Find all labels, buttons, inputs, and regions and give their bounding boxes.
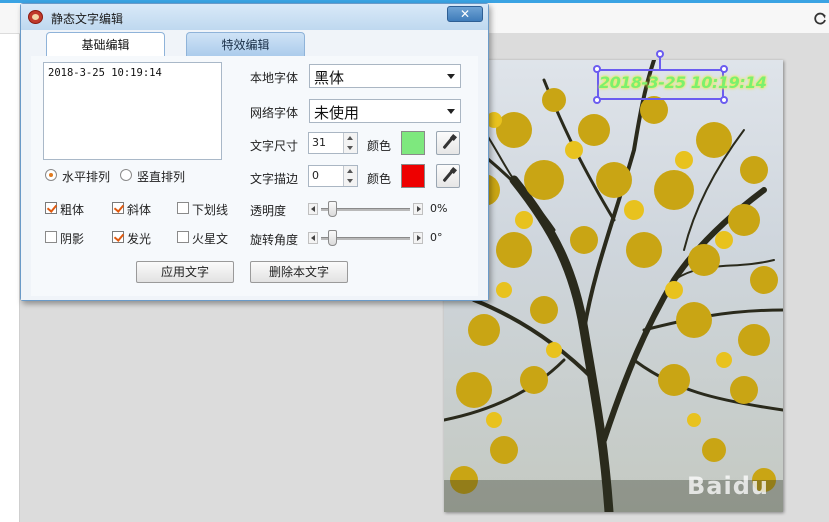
checkbox-shadow-label: 阴影	[60, 232, 85, 246]
chevron-down-icon	[447, 109, 455, 114]
slider-thumb[interactable]	[328, 201, 337, 217]
stepper-down-icon[interactable]	[343, 143, 357, 153]
checkbox-box	[45, 202, 57, 214]
checkbox-glow-label: 发光	[127, 232, 152, 246]
local-font-value: 黑体	[314, 69, 345, 87]
checkbox-martian-label: 火星文	[192, 232, 229, 246]
slider-left-icon[interactable]	[308, 203, 318, 215]
checkbox-box	[112, 202, 124, 214]
text-size-stepper[interactable]: 31	[308, 132, 358, 154]
web-font-value: 未使用	[314, 104, 360, 122]
checkbox-box	[112, 231, 124, 243]
rotate-handle[interactable]	[656, 50, 664, 58]
radio-horizontal-label: 水平排列	[62, 170, 111, 184]
text-overlay-box[interactable]: 2018-3-25 10:19:14	[597, 69, 767, 100]
checkbox-box	[45, 231, 57, 243]
local-font-label: 本地字体	[250, 71, 299, 85]
resize-handle-bottom-left[interactable]	[593, 96, 601, 104]
slider-left-icon[interactable]	[308, 232, 318, 244]
text-color-label: 颜色	[367, 139, 392, 153]
web-font-label: 网络字体	[250, 106, 299, 120]
close-button[interactable]: ✕	[447, 6, 483, 22]
text-color-swatch[interactable]	[401, 131, 425, 155]
resize-handle-top-left[interactable]	[593, 65, 601, 73]
app-left-strip	[0, 34, 20, 522]
text-edit-dialog: 静态文字编辑 ✕ 基础编辑 特效编辑 2018-3-25 10:19:14 水平…	[20, 3, 489, 301]
slider-right-icon[interactable]	[413, 203, 423, 215]
opacity-label: 透明度	[250, 204, 287, 218]
opacity-value: 0%	[430, 202, 448, 215]
checkbox-bold-label: 粗体	[60, 203, 85, 217]
local-font-select[interactable]: 黑体	[309, 64, 461, 88]
rotation-label: 旋转角度	[250, 233, 299, 247]
web-font-select[interactable]: 未使用	[309, 99, 461, 123]
apply-text-button[interactable]: 应用文字	[136, 261, 234, 283]
stepper-down-icon[interactable]	[343, 176, 357, 186]
tree-photo-image	[444, 60, 783, 512]
rotation-value: 0°	[430, 231, 443, 244]
radio-dot	[45, 169, 57, 181]
opacity-slider[interactable]	[308, 201, 423, 217]
text-stroke-value: 0	[312, 169, 319, 182]
tab-basic-edit[interactable]: 基础编辑	[46, 32, 165, 57]
resize-handle-bottom-right[interactable]	[720, 96, 728, 104]
refresh-icon[interactable]	[813, 12, 827, 26]
dialog-title: 静态文字编辑	[51, 12, 124, 26]
text-stroke-label: 文字描边	[250, 172, 299, 186]
checkbox-box	[177, 202, 189, 214]
text-input[interactable]: 2018-3-25 10:19:14	[43, 62, 222, 160]
text-size-value: 31	[312, 136, 326, 149]
overlay-text: 2018-3-25 10:19:14	[599, 73, 767, 92]
text-stroke-stepper[interactable]: 0	[308, 165, 358, 187]
tab-effect-edit[interactable]: 特效编辑	[186, 32, 305, 57]
checkbox-box	[177, 231, 189, 243]
rotation-slider[interactable]	[308, 230, 423, 246]
checkbox-italic-label: 斜体	[127, 203, 152, 217]
radio-vertical-label: 竖直排列	[137, 170, 186, 184]
dialog-titlebar[interactable]: 静态文字编辑 ✕	[21, 4, 488, 30]
stroke-color-swatch[interactable]	[401, 164, 425, 188]
eyedropper-icon[interactable]	[436, 131, 460, 155]
checkbox-underline-label: 下划线	[192, 203, 229, 217]
rotation-handle-line	[659, 57, 661, 69]
eyedropper-icon[interactable]	[436, 164, 460, 188]
resize-handle-top-right[interactable]	[720, 65, 728, 73]
slider-right-icon[interactable]	[413, 232, 423, 244]
text-size-label: 文字尺寸	[250, 139, 299, 153]
monkey-app-icon	[28, 10, 43, 24]
photo-canvas[interactable]: Baidu	[444, 60, 783, 512]
watermark-text: Baidu	[687, 472, 769, 500]
radio-dot	[120, 169, 132, 181]
slider-thumb[interactable]	[328, 230, 337, 246]
delete-text-button[interactable]: 删除本文字	[250, 261, 348, 283]
chevron-down-icon	[447, 74, 455, 79]
stroke-color-label: 颜色	[367, 172, 392, 186]
